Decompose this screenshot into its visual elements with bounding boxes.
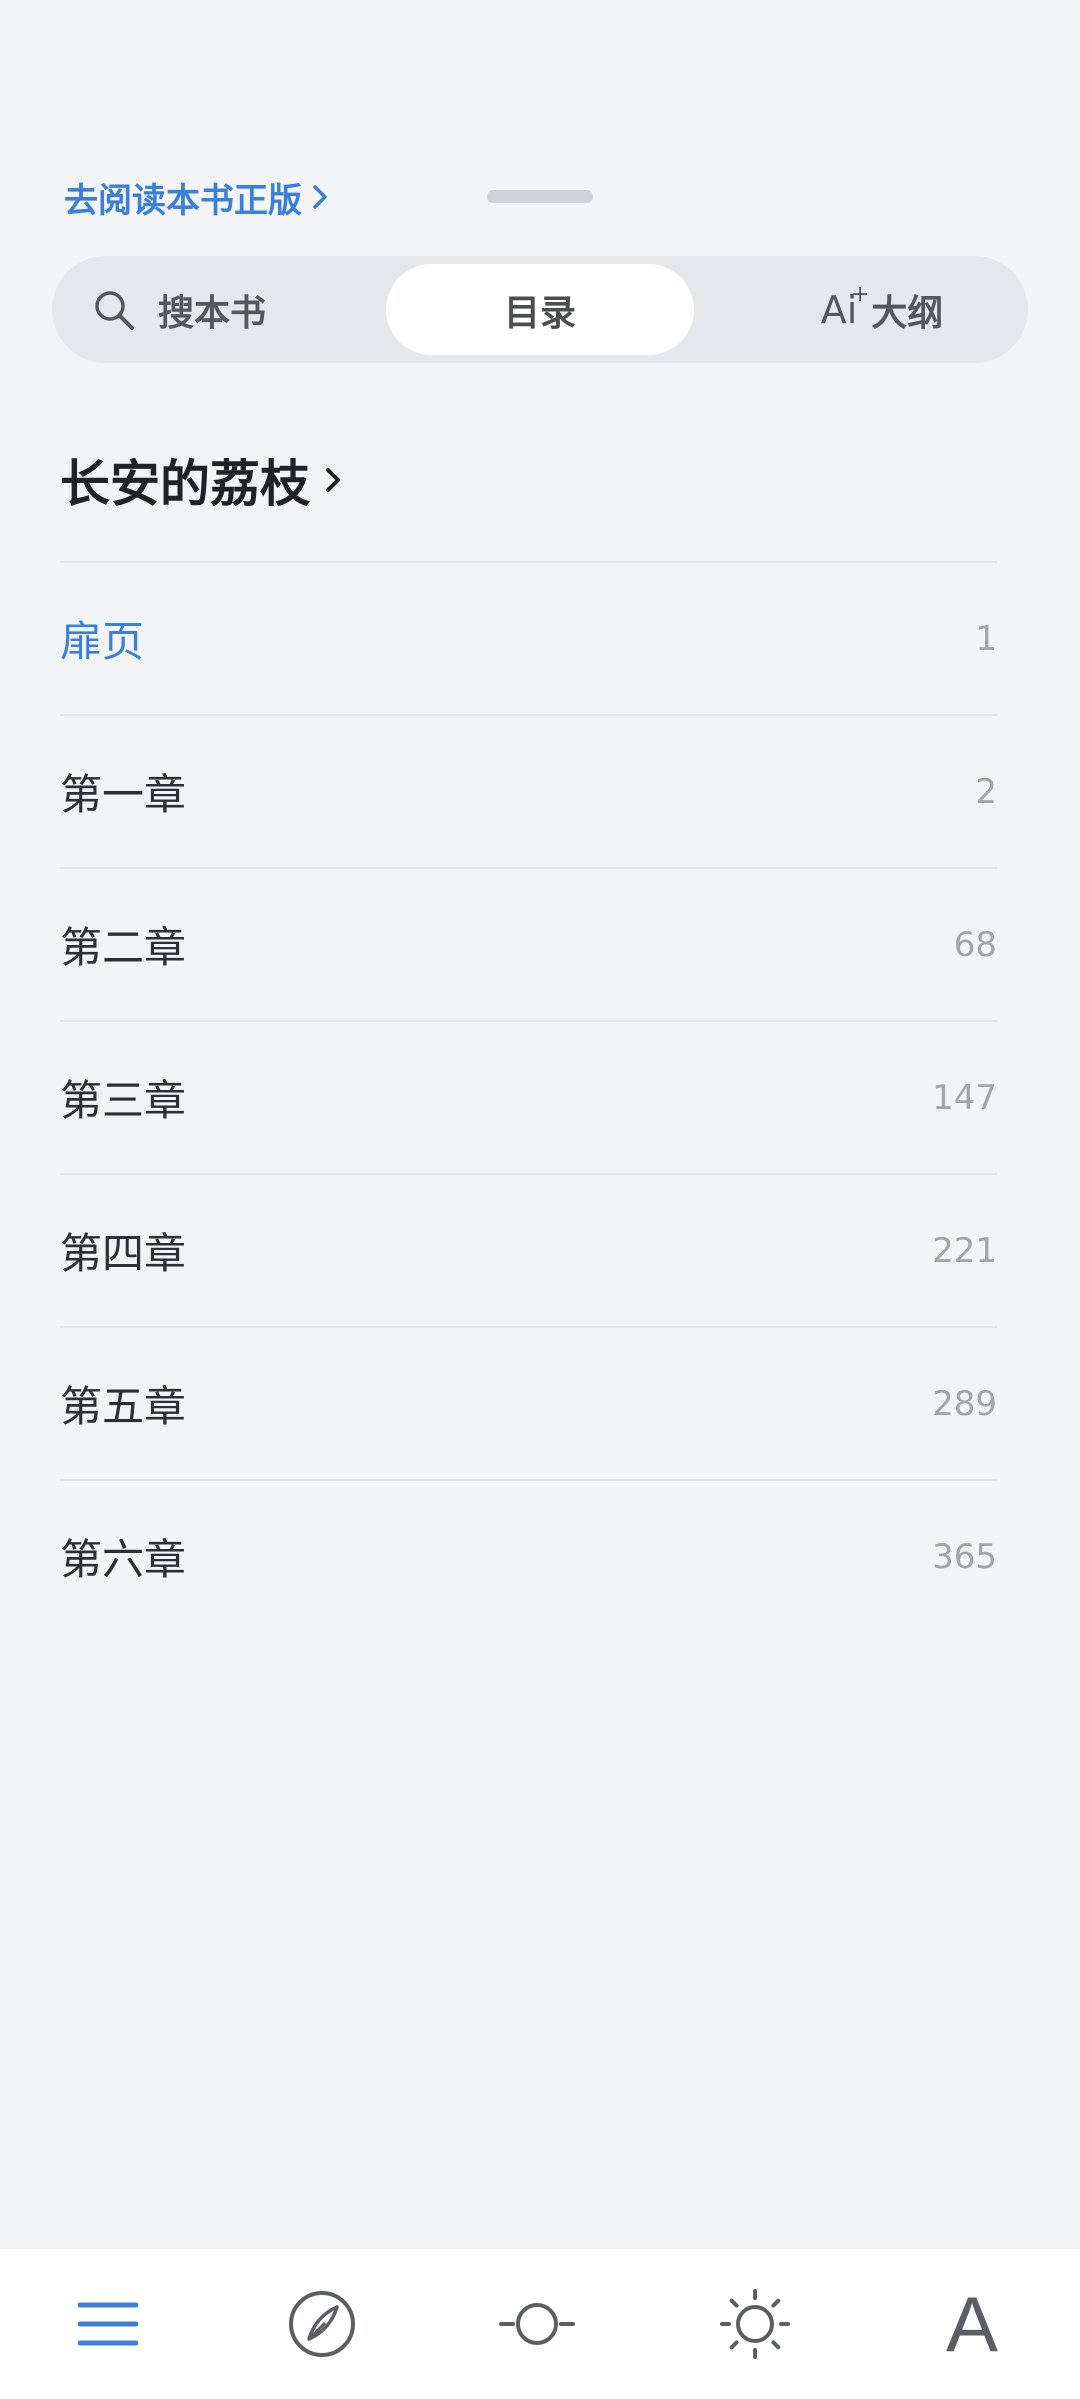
drag-handle[interactable] — [487, 190, 593, 203]
chapter-page: 147 — [932, 1077, 997, 1118]
chapter-page: 289 — [932, 1383, 997, 1424]
chapter-page: 68 — [953, 924, 997, 965]
chapter-title: 第四章 — [60, 1229, 187, 1278]
buy-official-link[interactable]: 去阅读本书正版 — [64, 172, 328, 222]
chapter-title: 第二章 — [60, 923, 187, 972]
font-icon: A — [945, 2279, 999, 2368]
chapter-title: 第一章 — [60, 770, 187, 819]
book-title-text: 长安的荔枝 — [60, 455, 310, 513]
menu-icon — [78, 2302, 138, 2346]
tab-search-label: 搜本书 — [158, 292, 267, 334]
chapter-page: 221 — [932, 1230, 997, 1271]
ai-icon: Ai + — [820, 281, 870, 332]
tab-toc-label: 目录 — [503, 292, 576, 334]
chapter-row[interactable]: 第二章 68 — [60, 869, 997, 1022]
chapter-title: 第三章 — [60, 1076, 187, 1125]
font-settings-button[interactable]: A — [922, 2274, 1022, 2374]
tab-outline[interactable]: Ai + 大纲 — [752, 264, 1012, 355]
chapter-page: 2 — [975, 771, 997, 812]
progress-button[interactable] — [487, 2274, 587, 2374]
chevron-right-icon — [313, 185, 327, 209]
toc-menu-button[interactable] — [58, 2274, 158, 2374]
chapter-row[interactable]: 第五章 289 — [60, 1328, 997, 1481]
chapter-title: 第六章 — [60, 1535, 187, 1584]
chapter-row[interactable]: 第一章 2 — [60, 716, 997, 869]
bottom-toolbar: A — [0, 2248, 1080, 2399]
chapter-row[interactable]: 第六章 365 — [60, 1481, 997, 1632]
tab-search-book[interactable]: 搜本书 — [92, 264, 352, 355]
tab-toc[interactable]: 目录 — [386, 264, 694, 355]
notes-button[interactable] — [272, 2274, 372, 2374]
brightness-button[interactable] — [705, 2274, 805, 2374]
chapter-row[interactable]: 第四章 221 — [60, 1175, 997, 1328]
buy-official-link-label: 去阅读本书正版 — [64, 180, 302, 221]
chapter-row[interactable]: 第三章 147 — [60, 1022, 997, 1175]
compass-icon — [289, 2291, 355, 2357]
chapter-row[interactable]: 扉页 1 — [60, 563, 997, 716]
chevron-right-icon — [326, 468, 340, 492]
tab-outline-label: 大纲 — [871, 292, 944, 334]
chapter-title: 第五章 — [60, 1382, 187, 1431]
panel-tabs: 搜本书 目录 Ai + 大纲 — [52, 256, 1028, 363]
progress-slider-icon — [499, 2303, 575, 2345]
chapter-title: 扉页 — [60, 617, 145, 666]
chapter-page: 1 — [975, 618, 997, 659]
chapter-list: 扉页 1 第一章 2 第二章 68 第三章 147 第四章 221 第五章 28… — [60, 561, 997, 1632]
search-icon — [95, 290, 134, 330]
book-title[interactable]: 长安的荔枝 — [60, 445, 342, 515]
chapter-page: 365 — [932, 1536, 997, 1577]
brightness-icon — [720, 2289, 790, 2359]
